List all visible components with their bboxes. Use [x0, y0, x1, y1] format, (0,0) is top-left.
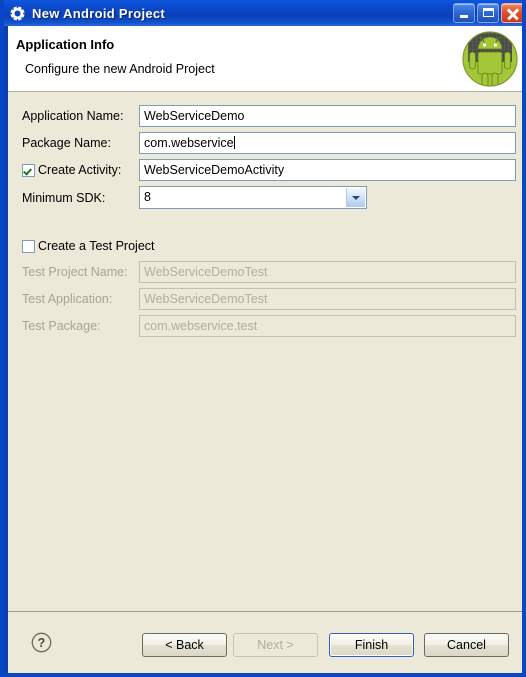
finish-button[interactable]: Finish	[329, 633, 414, 657]
package-name-row: Package Name: com.webservice	[8, 132, 522, 154]
chevron-down-icon	[352, 196, 360, 200]
application-name-value: WebServiceDemo	[144, 109, 245, 123]
package-name-value: com.webservice	[144, 136, 234, 150]
activity-name-value: WebServiceDemoActivity	[144, 163, 285, 177]
window-controls	[453, 3, 522, 23]
create-activity-label-wrap[interactable]: Create Activity:	[22, 159, 121, 181]
test-package-label: Test Package:	[22, 319, 101, 333]
application-name-input[interactable]: WebServiceDemo	[139, 105, 516, 127]
minimum-sdk-dropdown-button[interactable]	[346, 188, 365, 207]
test-project-name-value: WebServiceDemoTest	[144, 265, 268, 279]
test-package-label-wrap: Test Package:	[22, 315, 101, 337]
create-activity-label: Create Activity:	[38, 163, 122, 177]
package-name-input[interactable]: com.webservice	[139, 132, 516, 154]
test-package-row: Test Package: com.webservice.test	[8, 315, 522, 337]
close-button[interactable]	[501, 3, 522, 23]
maximize-button[interactable]	[477, 3, 499, 23]
next-button: Next >	[233, 633, 318, 657]
test-project-name-label: Test Project Name:	[22, 265, 128, 279]
create-activity-checkbox[interactable]	[22, 163, 35, 177]
application-name-label: Application Name:	[22, 109, 124, 123]
dialog-body: Application Name: WebServiceDemo Package…	[8, 92, 522, 611]
svg-text:?: ?	[38, 636, 46, 650]
test-package-input: com.webservice.test	[139, 315, 516, 337]
test-application-label-wrap: Test Application:	[22, 288, 112, 310]
test-package-value: com.webservice.test	[144, 319, 258, 333]
application-name-label-wrap: Application Name:	[22, 105, 123, 127]
create-test-project-label-wrap[interactable]: Create a Test Project	[22, 235, 155, 257]
window-title: New Android Project	[32, 5, 166, 21]
test-application-input: WebServiceDemoTest	[139, 288, 516, 310]
package-name-label: Package Name:	[22, 136, 111, 150]
android-robot-icon	[460, 29, 520, 89]
gear-icon	[9, 5, 26, 22]
test-project-name-row: Test Project Name: WebServiceDemoTest	[8, 261, 522, 283]
maximize-icon	[483, 8, 494, 17]
wizard-header: Application Info Configure the new Andro…	[8, 26, 522, 92]
page-subtitle: Configure the new Android Project	[25, 62, 215, 76]
minimize-button[interactable]	[453, 3, 475, 23]
test-project-name-input: WebServiceDemoTest	[139, 261, 516, 283]
text-caret	[233, 136, 235, 149]
package-name-label-wrap: Package Name:	[22, 132, 111, 154]
minimum-sdk-label-wrap: Minimum SDK:	[22, 187, 105, 209]
create-activity-row: Create Activity: WebServiceDemoActivity	[8, 159, 522, 181]
title-bar: New Android Project	[4, 0, 522, 26]
create-test-project-row: Create a Test Project	[8, 235, 522, 257]
create-test-project-label: Create a Test Project	[38, 239, 155, 253]
minimum-sdk-row: Minimum SDK: 8	[8, 186, 522, 209]
create-test-project-checkbox[interactable]	[22, 239, 35, 253]
activity-name-input[interactable]: WebServiceDemoActivity	[139, 159, 516, 181]
minimum-sdk-value: 8	[144, 190, 151, 204]
minimize-icon	[460, 15, 468, 18]
test-project-name-label-wrap: Test Project Name:	[22, 261, 128, 283]
new-android-project-dialog: New Android Project Application Info Con…	[0, 0, 526, 677]
application-name-row: Application Name: WebServiceDemo	[8, 105, 522, 127]
help-icon[interactable]: ?	[31, 632, 52, 653]
cancel-button[interactable]: Cancel	[424, 633, 509, 657]
test-application-value: WebServiceDemoTest	[144, 292, 268, 306]
test-application-row: Test Application: WebServiceDemoTest	[8, 288, 522, 310]
back-button[interactable]: < Back	[142, 633, 227, 657]
minimum-sdk-label: Minimum SDK:	[22, 190, 106, 205]
dialog-footer: ? < Back Next > Finish Cancel	[8, 611, 522, 673]
test-application-label: Test Application:	[22, 292, 113, 306]
minimum-sdk-select[interactable]: 8	[139, 186, 367, 209]
page-title: Application Info	[16, 37, 115, 52]
